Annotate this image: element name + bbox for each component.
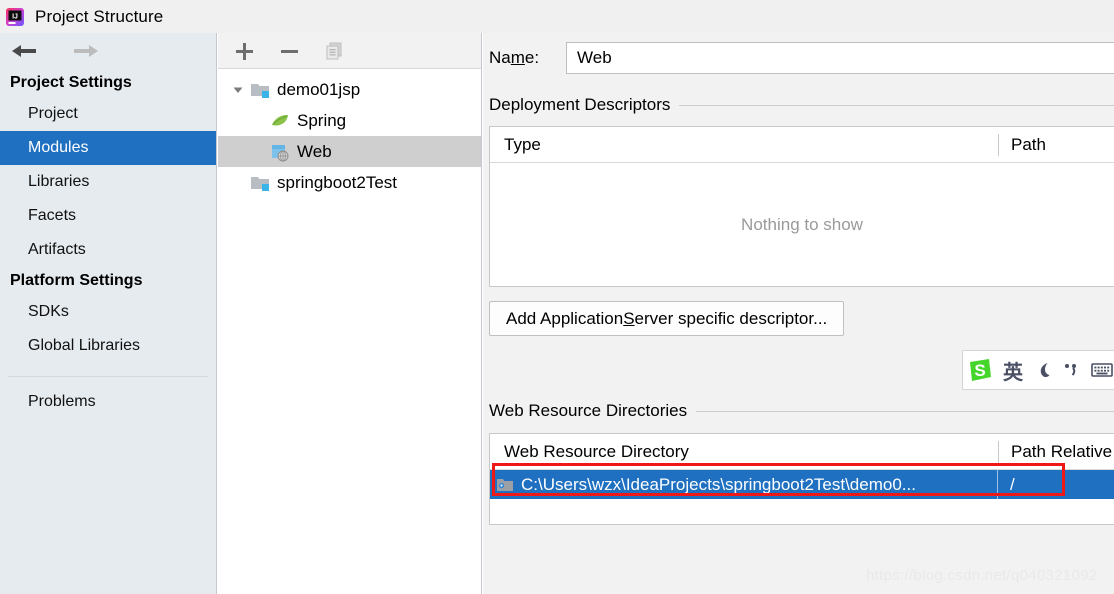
web-resource-directory-value: C:\Users\wzx\IdeaProjects\springboot2Tes… [521,474,916,494]
title-bar: IJ Project Structure [0,0,1114,33]
table-empty-message: Nothing to show [741,214,863,234]
copy-button[interactable] [320,38,348,64]
settings-sidebar: Project Settings Project Modules Librari… [0,33,217,594]
svg-text:S: S [974,361,985,380]
name-label: Name: [489,48,540,67]
punctuation-icon[interactable] [1063,360,1081,380]
tree-row-label: Spring [297,110,347,130]
deployment-button-row: Add Application Server specific descript… [483,301,1114,336]
sidebar-item-artifacts[interactable]: Artifacts [0,233,216,267]
sidebar-group-project-settings: Project Settings [10,74,132,91]
sogou-logo-icon[interactable]: S [967,357,993,383]
deployment-descriptors-section-header: Deployment Descriptors [483,95,1114,115]
section-divider [679,104,1114,106]
chevron-down-icon[interactable] [226,84,250,96]
sidebar-item-facets[interactable]: Facets [0,199,216,233]
module-tree-panel: demo01jsp Spring Web springboot2Test [218,33,482,594]
column-header-type[interactable]: Type [490,135,998,155]
tree-row[interactable]: Spring [218,105,481,136]
arrow-left-icon[interactable] [8,40,44,62]
intellij-idea-logo-icon: IJ [5,7,25,27]
svg-text:IJ: IJ [12,13,18,20]
sidebar-item-problems[interactable]: Problems [0,385,216,419]
module-tree-toolbar [218,33,481,69]
arrow-right-icon[interactable] [66,40,102,62]
sidebar-item-project[interactable]: Project [0,97,216,131]
web-resource-directories-section-header: Web Resource Directories [483,401,1114,421]
tree-row-label: Web [297,141,332,161]
path-relative-cell[interactable]: / [997,470,1114,499]
sidebar-divider [8,376,208,377]
module-tree: demo01jsp Spring Web springboot2Test [218,69,481,594]
deployment-descriptors-table: Type Path Nothing to show [489,126,1114,287]
section-title: Web Resource Directories [489,401,688,420]
web-resource-directory-cell[interactable]: C:\Users\wzx\IdeaProjects\springboot2Tes… [490,475,997,495]
ime-mode-label[interactable]: 英 [1003,356,1023,385]
tree-row[interactable]: springboot2Test [218,167,481,198]
web-resource-directories-table: Web Resource Directory Path Relative C:\… [489,433,1114,525]
nav-toolbar [0,33,216,69]
tree-row[interactable]: demo01jsp [218,74,481,105]
sidebar-item-libraries[interactable]: Libraries [0,165,216,199]
sidebar-item-global-libraries[interactable]: Global Libraries [0,329,216,363]
tree-row-label: demo01jsp [277,79,361,99]
moon-icon[interactable] [1033,360,1053,380]
add-application-server-descriptor-button[interactable]: Add Application Server specific descript… [489,301,845,336]
sogou-ime-toolbar[interactable]: S 英 [962,350,1114,390]
module-folder-icon [250,173,270,193]
folder-icon [496,477,514,493]
add-button[interactable] [230,38,258,64]
column-header-path-relative[interactable]: Path Relative [998,440,1114,463]
table-header: Web Resource Directory Path Relative [490,434,1114,470]
keyboard-icon[interactable] [1091,361,1113,379]
name-input[interactable] [566,42,1114,74]
module-folder-icon [250,80,270,100]
tree-row[interactable]: Web [218,136,481,167]
project-structure-window: IJ Project Structure Project Settings Pr… [0,0,1114,594]
tree-row-label: springboot2Test [277,172,398,192]
sidebar-item-sdks[interactable]: SDKs [0,295,216,329]
column-header-path[interactable]: Path [998,133,1114,156]
column-header-web-resource-directory[interactable]: Web Resource Directory [490,442,998,462]
table-row[interactable]: C:\Users\wzx\IdeaProjects\springboot2Tes… [490,470,1114,499]
table-header: Type Path [490,127,1114,163]
section-divider [696,410,1114,412]
window-title: Project Structure [35,6,164,26]
module-settings-panel: Name: Deployment Descriptors Type Path N… [483,33,1114,594]
name-row: Name: [483,33,1114,75]
watermark: https://blog.csdn.net/q040321092 [866,567,1098,584]
section-title: Deployment Descriptors [489,95,671,114]
spring-leaf-icon [270,111,290,131]
web-facet-icon [270,142,290,162]
sidebar-item-modules[interactable]: Modules [0,131,216,165]
sidebar-group-platform-settings: Platform Settings [10,272,143,289]
remove-button[interactable] [275,38,303,64]
